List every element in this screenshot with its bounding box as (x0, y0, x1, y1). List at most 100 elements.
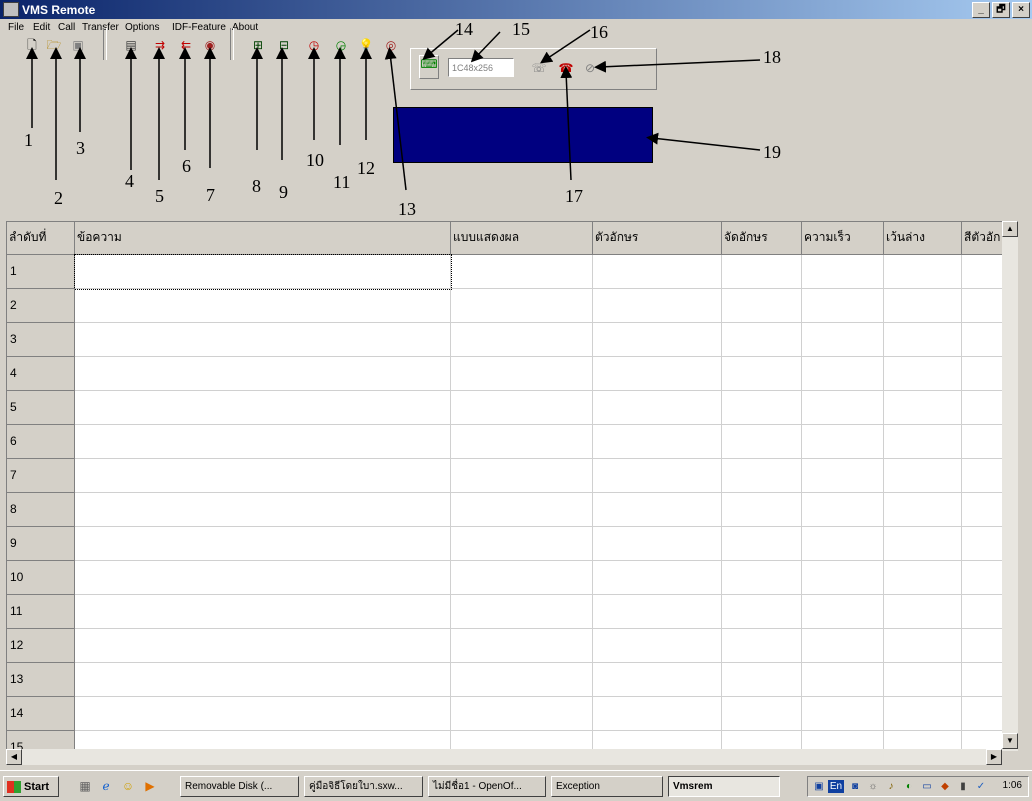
scroll-down-button[interactable]: ▼ (1002, 733, 1018, 749)
table-cell[interactable] (451, 493, 593, 527)
table-cell[interactable] (802, 663, 884, 697)
table-cell[interactable] (451, 323, 593, 357)
tray-tool-icon[interactable]: ☼ (866, 780, 880, 793)
table-cell[interactable] (802, 493, 884, 527)
table-cell[interactable] (593, 527, 722, 561)
table-cell[interactable] (884, 527, 962, 561)
table-cell[interactable] (593, 357, 722, 391)
column-header-bottom-gap[interactable]: เว้นล่าง (884, 222, 962, 255)
table-cell[interactable] (722, 629, 802, 663)
table-cell[interactable] (74, 254, 452, 290)
table-cell[interactable] (75, 697, 451, 731)
table-cell[interactable] (722, 323, 802, 357)
table-cell[interactable] (802, 289, 884, 323)
table-cell[interactable] (884, 289, 962, 323)
table-cell[interactable] (722, 493, 802, 527)
table-cell[interactable] (884, 459, 962, 493)
table-cell[interactable] (722, 595, 802, 629)
table-cell[interactable] (451, 459, 593, 493)
table-cell[interactable] (722, 255, 802, 289)
table-cell[interactable] (802, 595, 884, 629)
table-cell[interactable] (593, 493, 722, 527)
table-cell[interactable] (75, 459, 451, 493)
table-cell[interactable] (451, 561, 593, 595)
row-header[interactable]: 10 (7, 561, 75, 595)
table-cell[interactable] (884, 629, 962, 663)
table-cell[interactable] (802, 629, 884, 663)
row-header[interactable]: 15 (7, 731, 75, 750)
table-cell[interactable] (884, 663, 962, 697)
table-cell[interactable] (722, 391, 802, 425)
table-cell[interactable] (884, 357, 962, 391)
table-cell[interactable] (75, 289, 451, 323)
column-header-alignment[interactable]: จัดอักษร (722, 222, 802, 255)
row-header[interactable]: 12 (7, 629, 75, 663)
table-cell[interactable] (884, 561, 962, 595)
table-cell[interactable] (722, 663, 802, 697)
table-cell[interactable] (75, 663, 451, 697)
show-desktop-icon[interactable]: ▦ (77, 778, 93, 794)
table-cell[interactable] (802, 731, 884, 750)
table-cell[interactable] (593, 663, 722, 697)
table-cell[interactable] (884, 595, 962, 629)
horizontal-scrollbar[interactable]: ◀ ▶ (6, 749, 1002, 765)
table-cell[interactable] (451, 527, 593, 561)
table-cell[interactable] (722, 425, 802, 459)
row-header[interactable]: 5 (7, 391, 75, 425)
table-cell[interactable] (722, 561, 802, 595)
row-header[interactable]: 8 (7, 493, 75, 527)
table-cell[interactable] (593, 629, 722, 663)
table-cell[interactable] (75, 731, 451, 750)
language-indicator[interactable]: En (828, 780, 844, 793)
table-cell[interactable] (75, 561, 451, 595)
row-header[interactable]: 11 (7, 595, 75, 629)
table-cell[interactable] (593, 255, 722, 289)
table-cell[interactable] (722, 459, 802, 493)
table-cell[interactable] (75, 527, 451, 561)
tray-app-icon[interactable]: ▣ (812, 780, 826, 793)
table-cell[interactable] (722, 357, 802, 391)
table-cell[interactable] (451, 595, 593, 629)
table-cell[interactable] (451, 731, 593, 750)
row-header[interactable]: 4 (7, 357, 75, 391)
table-cell[interactable] (802, 391, 884, 425)
table-cell[interactable] (451, 697, 593, 731)
table-cell[interactable] (722, 731, 802, 750)
table-cell[interactable] (75, 425, 451, 459)
table-cell[interactable] (451, 255, 593, 289)
table-cell[interactable] (451, 425, 593, 459)
row-header[interactable]: 6 (7, 425, 75, 459)
task-manual-document[interactable]: คู่มือจิธีโดยใบา.sxw... (304, 776, 423, 797)
table-cell[interactable] (593, 425, 722, 459)
table-cell[interactable] (722, 527, 802, 561)
task-exception[interactable]: Exception (551, 776, 663, 797)
table-cell[interactable] (75, 595, 451, 629)
table-cell[interactable] (593, 391, 722, 425)
media-player-icon[interactable]: ▶ (142, 778, 158, 794)
column-header-font[interactable]: ตัวอักษร (593, 222, 722, 255)
table-cell[interactable] (802, 697, 884, 731)
row-header[interactable]: 9 (7, 527, 75, 561)
table-cell[interactable] (593, 595, 722, 629)
row-header[interactable]: 14 (7, 697, 75, 731)
row-header[interactable]: 7 (7, 459, 75, 493)
table-cell[interactable] (802, 255, 884, 289)
scroll-left-button[interactable]: ◀ (6, 749, 22, 765)
scroll-up-button[interactable]: ▲ (1002, 221, 1018, 237)
table-cell[interactable] (593, 289, 722, 323)
table-cell[interactable] (802, 527, 884, 561)
column-header-display-mode[interactable]: แบบแสดงผล (451, 222, 593, 255)
tray-update-icon[interactable]: ✓ (974, 780, 988, 793)
vertical-scrollbar[interactable]: ▲ ▼ (1002, 221, 1018, 751)
tray-usb-icon[interactable]: ▮ (956, 780, 970, 793)
column-header-order[interactable]: ลำดับที่ (7, 222, 75, 255)
table-cell[interactable] (802, 357, 884, 391)
task-vmsrem[interactable]: Vmsrem (668, 776, 780, 797)
table-cell[interactable] (884, 731, 962, 750)
table-cell[interactable] (884, 391, 962, 425)
column-header-message[interactable]: ข้อความ (75, 222, 451, 255)
scroll-right-button[interactable]: ▶ (986, 749, 1002, 765)
tray-firewall-icon[interactable]: ◆ (938, 780, 952, 793)
row-header[interactable]: 3 (7, 323, 75, 357)
table-cell[interactable] (802, 425, 884, 459)
